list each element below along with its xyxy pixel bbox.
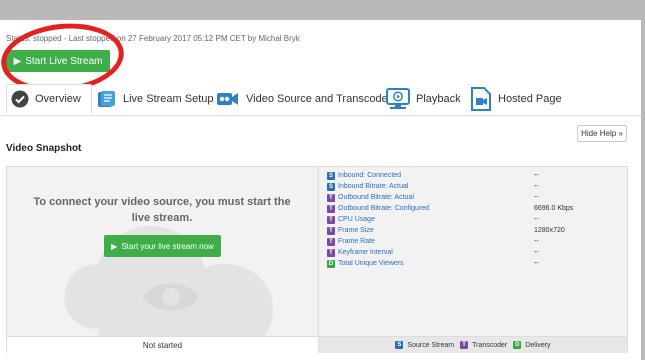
- transcoder-badge: T: [327, 204, 335, 213]
- tab-live-stream-setup[interactable]: Live Stream Setup: [97, 84, 214, 114]
- delivery-legend-badge: D: [513, 341, 522, 349]
- badge-legend: S Source Stream T Transcoder D Delivery: [318, 336, 627, 353]
- source-stream-badge: S: [327, 171, 335, 180]
- stream-state: Not started: [7, 336, 318, 353]
- metric-label[interactable]: Inbound: Connected: [338, 172, 534, 179]
- transcoder-legend-badge: T: [460, 341, 469, 349]
- start-stream-now-button[interactable]: ▶ Start your live stream now: [104, 235, 221, 257]
- metric-label[interactable]: CPU Usage: [338, 216, 534, 223]
- metric-row: T Outbound Bitrate: Configured 6696.0 Kb…: [319, 203, 628, 214]
- stream-metrics-panel: S Inbound: Connected -- S Inbound Bitrat…: [318, 167, 627, 336]
- delivery-legend-label: Delivery: [525, 341, 551, 349]
- connect-source-message: To connect your video source, you must s…: [33, 196, 291, 224]
- metric-value: --: [534, 249, 539, 256]
- metric-label[interactable]: Outbound Bitrate: Configured: [338, 205, 534, 212]
- transcoder-badge: T: [327, 248, 335, 257]
- metric-value: --: [534, 216, 539, 223]
- document-icon: [97, 90, 117, 108]
- source-legend-badge: S: [395, 341, 404, 349]
- metric-label[interactable]: Frame Size: [338, 227, 534, 234]
- metric-row: T Keyframe Interval --: [319, 247, 628, 258]
- metric-label[interactable]: Outbound Bitrate: Actual: [338, 194, 534, 201]
- metric-value: 6696.0 Kbps: [534, 205, 574, 212]
- window-top-bar: [0, 0, 645, 20]
- source-legend-label: Source Stream: [407, 341, 455, 349]
- delivery-badge: D: [327, 259, 335, 268]
- metric-value: --: [534, 194, 539, 201]
- transcoder-badge: T: [327, 237, 335, 246]
- snapshot-preview-area: To connect your video source, you must s…: [7, 167, 318, 336]
- video-camera-icon: [216, 90, 240, 108]
- metric-label[interactable]: Inbound Bitrate: Actual: [338, 183, 534, 190]
- metric-value: 1280x720: [534, 227, 565, 234]
- metric-row: T CPU Usage --: [319, 214, 628, 225]
- video-snapshot-title: Video Snapshot: [6, 143, 82, 154]
- tab-video-source-transcoder[interactable]: Video Source and Transcoder: [216, 84, 391, 114]
- window-right-border: [641, 20, 645, 360]
- transcoder-badge: T: [327, 215, 335, 224]
- metric-row: T Outbound Bitrate: Actual --: [319, 192, 628, 203]
- play-icon: ▶: [111, 241, 118, 251]
- monitor-play-icon: [386, 88, 410, 110]
- checkmark-icon: [11, 90, 29, 108]
- metric-value: --: [534, 260, 539, 267]
- metric-value: --: [534, 238, 539, 245]
- metric-row: D Total Unique Viewers --: [319, 258, 628, 269]
- metric-label[interactable]: Total Unique Viewers: [338, 260, 534, 267]
- metric-row: T Frame Rate --: [319, 236, 628, 247]
- source-stream-badge: S: [327, 182, 335, 191]
- tab-overview[interactable]: Overview: [6, 84, 92, 114]
- video-snapshot-panel: To connect your video source, you must s…: [6, 166, 628, 353]
- tab-bar: Overview Live Stream Setup Video Source …: [0, 80, 641, 116]
- transcoder-badge: T: [327, 193, 335, 202]
- metric-row: T Frame Size 1280x720: [319, 225, 628, 236]
- metric-value: --: [534, 172, 539, 179]
- tab-hosted-page[interactable]: Hosted Page: [470, 84, 562, 114]
- metric-label[interactable]: Frame Rate: [338, 238, 534, 245]
- metric-row: S Inbound: Connected --: [319, 170, 628, 181]
- metric-value: --: [534, 183, 539, 190]
- transcoder-badge: T: [327, 226, 335, 235]
- hide-help-button[interactable]: Hide Help »: [577, 125, 627, 142]
- metric-label[interactable]: Keyframe Interval: [338, 249, 534, 256]
- metric-row: S Inbound Bitrate: Actual --: [319, 181, 628, 192]
- hosted-page-icon: [470, 87, 492, 111]
- transcoder-legend-label: Transcoder: [472, 341, 508, 349]
- tab-playback[interactable]: Playback: [386, 84, 461, 114]
